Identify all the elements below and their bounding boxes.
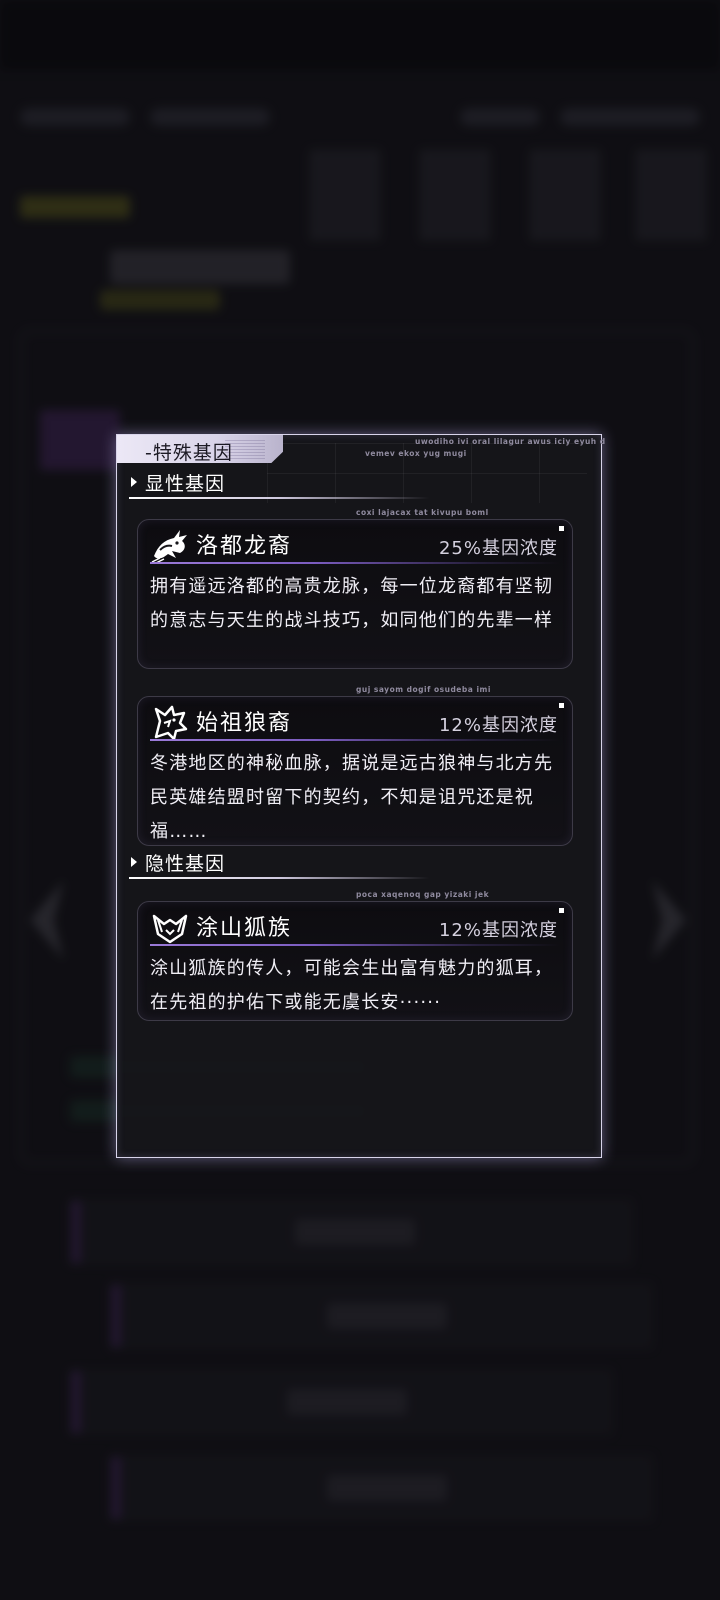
section-label: 显性基因 — [145, 473, 226, 495]
corner-dot — [559, 908, 564, 913]
decorative-micro-text: coxi lajacax tat kivupu boml — [356, 508, 489, 517]
gene-concentration: 12%基因浓度 — [438, 920, 558, 941]
gene-concentration: 25%基因浓度 — [438, 538, 558, 559]
gene-name: 洛都龙裔 — [196, 534, 293, 559]
corner-dot — [559, 526, 564, 531]
section-header-recessive[interactable]: 隐性基因 — [129, 847, 585, 879]
fox-icon — [152, 914, 188, 944]
gene-divider — [150, 944, 560, 946]
panel-title: -特殊基因 — [145, 442, 233, 464]
expand-triangle-icon — [131, 857, 137, 867]
special-gene-panel: -特殊基因 uwodiho ivi oral lilagur awus iciy… — [116, 434, 605, 1158]
gene-description: 拥有遥远洛都的高贵龙脉，每一位龙裔都有坚韧的意志与天生的战斗技巧，如同他们的先辈… — [150, 576, 554, 631]
decorative-micro-text: poca xaqenoq gap yizaki jek — [356, 890, 490, 899]
corner-dot — [559, 703, 564, 708]
gene-description: 冬港地区的神秘血脉，据说是远古狼神与北方先民英雄结盟时留下的契约，不知是诅咒还是… — [150, 753, 554, 842]
gene-name: 涂山狐族 — [196, 916, 293, 941]
gene-description: 涂山狐族的传人，可能会生出富有魅力的狐耳，在先祖的护佑下或能无虞长安······ — [150, 958, 554, 1013]
dragon-icon — [151, 530, 187, 564]
gene-card-fox[interactable]: poca xaqenoq gap yizaki jek 涂山狐族 12%基因浓度… — [137, 890, 573, 1021]
gene-card-dragon[interactable]: coxi lajacax tat kivupu boml 洛都龙裔 25%基因浓… — [137, 508, 573, 669]
gene-divider — [150, 739, 560, 741]
gene-name: 始祖狼裔 — [196, 711, 293, 736]
expand-triangle-icon — [131, 477, 137, 487]
gene-concentration: 12%基因浓度 — [438, 715, 558, 736]
wolf-icon — [154, 705, 188, 741]
section-divider — [129, 497, 429, 499]
decorative-micro-text: guj sayom dogif osudeba imi — [356, 685, 491, 694]
section-divider — [129, 877, 429, 879]
section-header-dominant[interactable]: 显性基因 — [129, 467, 585, 499]
decorative-micro-text: uwodiho ivi oral lilagur awus iciy eyuh … — [415, 437, 606, 446]
decorative-micro-text: vemev ekox yug mugi — [365, 449, 467, 458]
gene-divider — [150, 562, 560, 564]
section-label: 隐性基因 — [145, 853, 226, 875]
panel-title-tab: -特殊基因 — [117, 435, 283, 463]
gene-card-wolf[interactable]: guj sayom dogif osudeba imi 始祖狼裔 12%基因浓度… — [137, 685, 573, 846]
